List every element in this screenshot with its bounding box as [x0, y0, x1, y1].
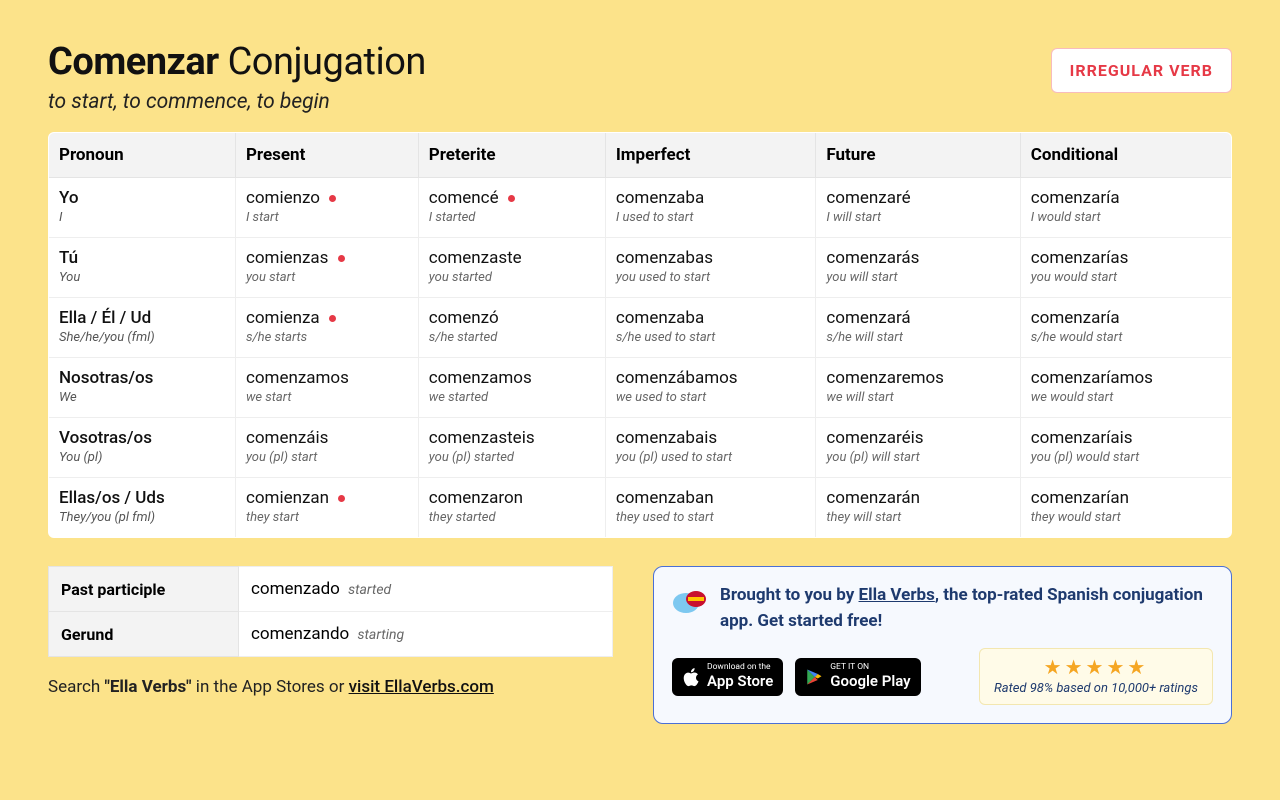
conjugation-cell: comenzarás/he will start	[816, 298, 1020, 358]
conjugation-table: PronounPresentPreteriteImperfectFutureCo…	[48, 132, 1232, 538]
conjugation-cell: comienzan they start	[235, 478, 418, 538]
conjugation-cell: comenzabas/he used to start	[605, 298, 816, 358]
rating-box: ★★★★★ Rated 98% based on 10,000+ ratings	[979, 648, 1213, 705]
verb-translation: to start, to commence, to begin	[48, 90, 426, 114]
irregular-dot-icon	[508, 195, 515, 202]
participle-table: Past participle comenzado started Gerund…	[48, 566, 613, 657]
conjugation-cell: comenzaronthey started	[418, 478, 605, 538]
conjugation-cell: comenzaríanthey would start	[1020, 478, 1231, 538]
conjugation-cell: comenzaríasyou would start	[1020, 238, 1231, 298]
irregular-dot-icon	[329, 195, 336, 202]
conjugation-cell: comenzáisyou (pl) start	[235, 418, 418, 478]
irregular-dot-icon	[338, 495, 345, 502]
column-header: Preterite	[418, 133, 605, 178]
page-title: Comenzar Conjugation	[48, 40, 426, 84]
column-header: Present	[235, 133, 418, 178]
conjugation-cell: comenzamoswe started	[418, 358, 605, 418]
past-participle-value: comenzado started	[239, 567, 613, 612]
column-header: Future	[816, 133, 1020, 178]
pronoun-cell: TúYou	[49, 238, 236, 298]
conjugation-cell: comenzaránthey will start	[816, 478, 1020, 538]
ella-verbs-logo-icon	[672, 585, 708, 621]
conjugation-cell: comenzabanthey used to start	[605, 478, 816, 538]
conjugation-cell: comenzaremoswe will start	[816, 358, 1020, 418]
table-row: Nosotras/osWecomenzamoswe startcomenzamo…	[49, 358, 1232, 418]
irregular-dot-icon	[329, 315, 336, 322]
irregular-verb-badge: IRREGULAR VERB	[1051, 48, 1232, 93]
pronoun-cell: Nosotras/osWe	[49, 358, 236, 418]
conjugation-cell: comenzarásyou will start	[816, 238, 1020, 298]
conjugation-cell: comenzabaisyou (pl) used to start	[605, 418, 816, 478]
visit-ellaverbs-link[interactable]: visit EllaVerbs.com	[349, 677, 494, 697]
google-play-icon	[805, 668, 823, 686]
rating-stars-icon: ★★★★★	[994, 657, 1198, 677]
promo-box: Brought to you by Ella Verbs, the top-ra…	[653, 566, 1232, 724]
conjugation-cell: comienzas you start	[235, 238, 418, 298]
pronoun-cell: Ellas/os / UdsThey/you (pl fml)	[49, 478, 236, 538]
conjugation-cell: comenzábamoswe used to start	[605, 358, 816, 418]
ella-verbs-link[interactable]: Ella Verbs	[859, 585, 935, 605]
search-note: Search "Ella Verbs" in the App Stores or…	[48, 677, 613, 697]
pronoun-cell: YoI	[49, 178, 236, 238]
rating-text: Rated 98% based on 10,000+ ratings	[994, 681, 1198, 696]
column-header: Imperfect	[605, 133, 816, 178]
conjugation-cell: comenzaréisyou (pl) will start	[816, 418, 1020, 478]
conjugation-cell: comenzós/he started	[418, 298, 605, 358]
table-row: TúYoucomienzas you startcomenzasteyou st…	[49, 238, 1232, 298]
conjugation-cell: comenzaríamoswe would start	[1020, 358, 1231, 418]
conjugation-cell: comienza s/he starts	[235, 298, 418, 358]
conjugation-cell: comenzamoswe start	[235, 358, 418, 418]
conjugation-cell: comienzo I start	[235, 178, 418, 238]
pronoun-cell: Ella / Él / UdShe/he/you (fml)	[49, 298, 236, 358]
table-row: Ella / Él / UdShe/he/you (fml)comienza s…	[49, 298, 1232, 358]
gerund-label: Gerund	[49, 612, 239, 657]
pronoun-cell: Vosotras/osYou (pl)	[49, 418, 236, 478]
conjugation-cell: comenzaríaisyou (pl) would start	[1020, 418, 1231, 478]
column-header: Pronoun	[49, 133, 236, 178]
irregular-dot-icon	[338, 255, 345, 262]
conjugation-cell: comenzabaI used to start	[605, 178, 816, 238]
conjugation-cell: comenzarías/he would start	[1020, 298, 1231, 358]
conjugation-cell: comenzasteisyou (pl) started	[418, 418, 605, 478]
table-row: Vosotras/osYou (pl)comenzáisyou (pl) sta…	[49, 418, 1232, 478]
conjugation-cell: comencé I started	[418, 178, 605, 238]
conjugation-cell: comenzaréI will start	[816, 178, 1020, 238]
conjugation-cell: comenzabasyou used to start	[605, 238, 816, 298]
promo-text: Brought to you by Ella Verbs, the top-ra…	[720, 583, 1213, 634]
table-row: YoIcomienzo I startcomencé I startedcome…	[49, 178, 1232, 238]
gerund-value: comenzando starting	[239, 612, 613, 657]
table-row: Ellas/os / UdsThey/you (pl fml)comienzan…	[49, 478, 1232, 538]
google-play-button[interactable]: GET IT ONGoogle Play	[795, 658, 920, 696]
past-participle-label: Past participle	[49, 567, 239, 612]
conjugation-cell: comenzasteyou started	[418, 238, 605, 298]
apple-icon	[682, 667, 700, 687]
conjugation-cell: comenzaríaI would start	[1020, 178, 1231, 238]
app-store-button[interactable]: Download on theApp Store	[672, 658, 783, 696]
column-header: Conditional	[1020, 133, 1231, 178]
